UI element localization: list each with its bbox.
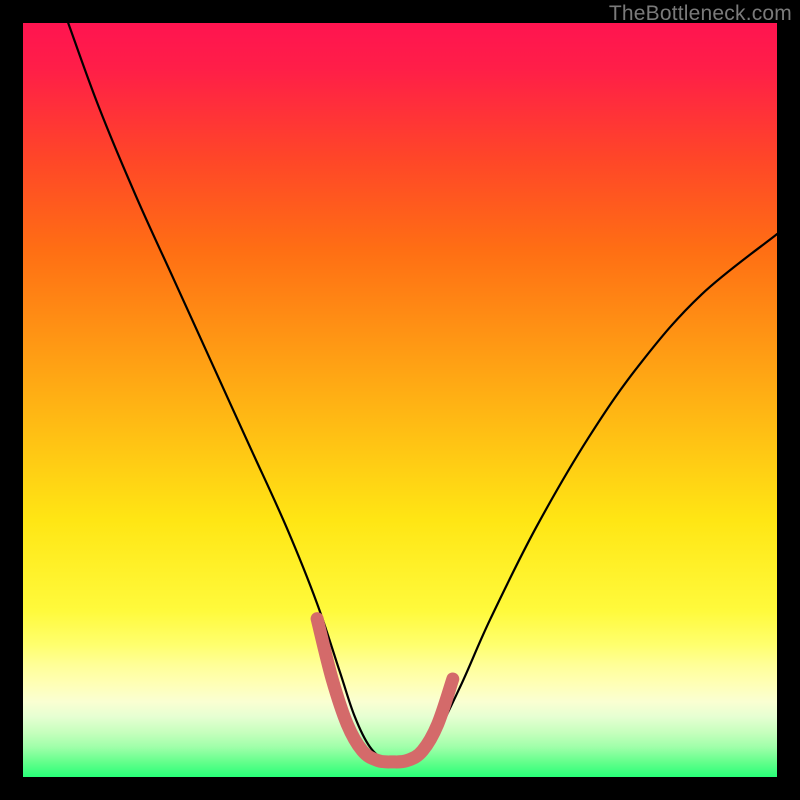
watermark-text: TheBottleneck.com (609, 2, 792, 26)
chart-svg (23, 23, 777, 777)
bottleneck-curve (68, 23, 777, 762)
plot-area (23, 23, 777, 777)
chart-frame: TheBottleneck.com (0, 0, 800, 800)
highlight-segment (317, 619, 453, 762)
